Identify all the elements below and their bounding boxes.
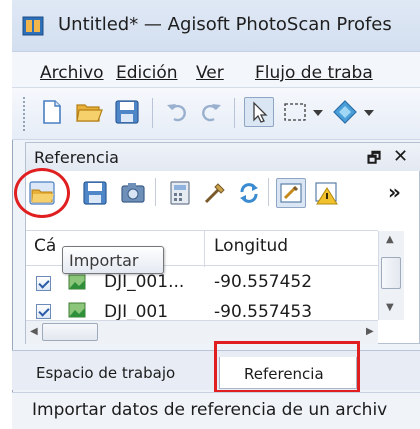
import-highlight-circle — [14, 168, 70, 218]
app-icon — [22, 16, 44, 36]
referencia-tab-highlight — [214, 341, 360, 393]
menu-archivo-label: Archivo — [40, 63, 104, 83]
scroll-right-arrow-icon[interactable]: ▶ — [366, 326, 374, 337]
camera-image-icon — [68, 302, 86, 318]
rectangle-select-icon[interactable] — [280, 97, 310, 127]
dropdown-arrow-icon[interactable] — [362, 97, 376, 127]
more-tools-button[interactable]: » — [388, 180, 401, 204]
select-pointer-icon — [253, 101, 268, 123]
longitude-value: -90.557453 — [214, 302, 313, 320]
scroll-down-arrow-icon[interactable]: ▼ — [386, 302, 394, 313]
row-checkbox[interactable] — [36, 276, 51, 291]
calculator-icon[interactable] — [165, 178, 195, 208]
scroll-up-arrow-icon[interactable]: ▲ — [386, 234, 394, 245]
select-pointer-button[interactable] — [244, 97, 274, 127]
column-header-camera[interactable]: Cá — [34, 236, 56, 256]
vertical-scroll-thumb[interactable] — [381, 257, 401, 289]
menu-flujo[interactable]: Flujo de traba — [255, 63, 373, 83]
menu-ver-label: Ver — [196, 63, 224, 83]
import-tooltip: Importar — [62, 246, 164, 274]
view-source-button[interactable] — [276, 178, 306, 208]
menu-edicion[interactable]: Edición — [116, 63, 178, 83]
longitude-value: -90.557452 — [214, 272, 313, 292]
view-errors-icon[interactable] — [312, 178, 342, 208]
row-checkbox[interactable] — [36, 304, 51, 319]
scroll-left-arrow-icon[interactable]: ◀ — [30, 326, 38, 337]
optimize-icon[interactable] — [200, 178, 230, 208]
window-title: Untitled* — Agisoft PhotoScan Profes — [58, 14, 392, 35]
close-pane-button[interactable]: ✕ — [393, 146, 408, 167]
camera-settings-icon[interactable] — [118, 178, 148, 208]
toolbar-grip[interactable] — [22, 96, 26, 132]
redo-icon[interactable] — [196, 97, 226, 127]
camera-label: DJI_001 — [104, 302, 169, 320]
column-divider[interactable] — [204, 231, 205, 267]
menu-edicion-label: Edición — [116, 63, 178, 83]
column-header-longitude[interactable]: Longitud — [214, 236, 288, 256]
horizontal-scroll-thumb[interactable] — [42, 323, 98, 341]
save-icon[interactable] — [112, 97, 142, 127]
pane-title: Referencia — [34, 148, 119, 167]
open-folder-icon[interactable] — [74, 97, 104, 127]
pane-toolbar-separator — [155, 178, 156, 206]
pane-toolbar-separator — [268, 178, 269, 206]
view-source-icon — [280, 183, 302, 203]
toolbar-separator — [234, 98, 235, 128]
table-row[interactable]: DJI_001 -90.557453 — [26, 296, 378, 320]
menu-flujo-label: Flujo de traba — [255, 63, 373, 83]
navigate-icon[interactable] — [330, 97, 360, 127]
menu-archivo[interactable]: Archivo — [40, 63, 104, 83]
float-pane-button[interactable]: 🗗 — [367, 148, 381, 173]
camera-label: DJI_001... — [104, 272, 185, 292]
update-icon[interactable] — [234, 178, 264, 208]
tab-espacio-de-trabajo[interactable]: Espacio de trabajo — [36, 364, 175, 382]
export-icon[interactable] — [80, 178, 110, 208]
status-text: Importar datos de referencia de un archi… — [32, 400, 388, 420]
dropdown-arrow-icon[interactable] — [310, 97, 326, 127]
toolbar-separator — [152, 98, 153, 128]
menu-ver[interactable]: Ver — [196, 63, 224, 83]
camera-image-icon — [68, 274, 86, 290]
new-document-icon[interactable] — [36, 97, 66, 127]
undo-icon[interactable] — [162, 97, 192, 127]
